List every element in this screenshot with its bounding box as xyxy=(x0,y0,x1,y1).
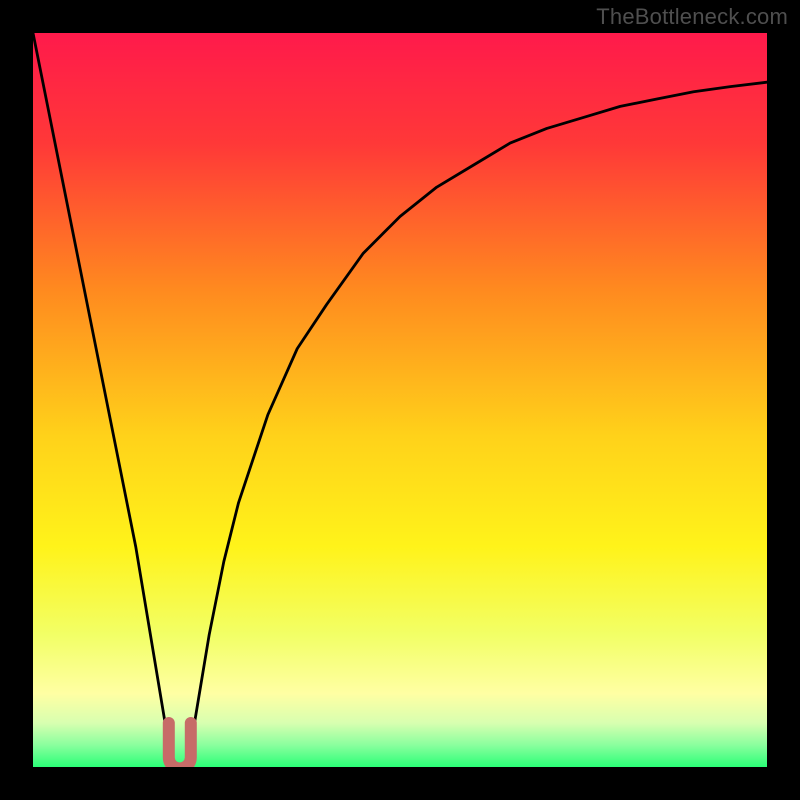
plot-area xyxy=(33,33,767,767)
gradient-background xyxy=(33,33,767,767)
chart-frame: TheBottleneck.com xyxy=(0,0,800,800)
watermark-text: TheBottleneck.com xyxy=(596,4,788,30)
plot-svg xyxy=(33,33,767,767)
